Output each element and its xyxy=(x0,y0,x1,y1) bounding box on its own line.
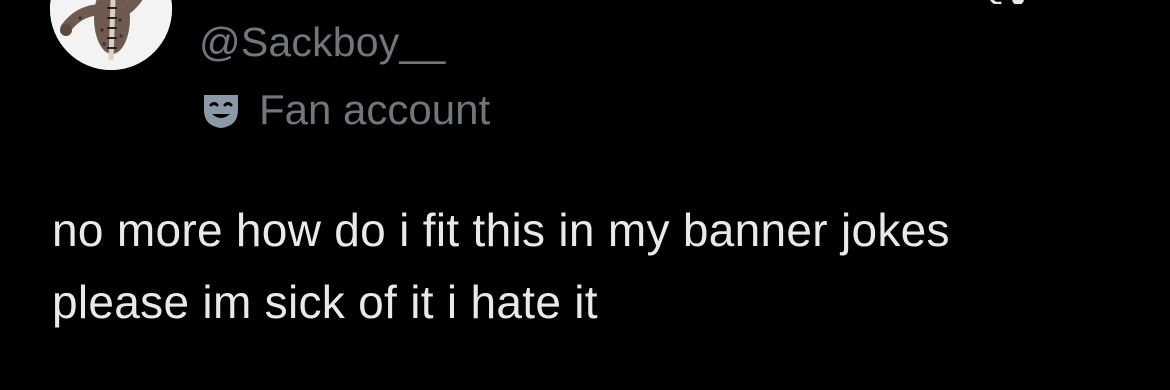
tweet-text-line: no more how do i fit this in my banner j… xyxy=(52,204,950,256)
theater-masks-icon xyxy=(201,90,241,130)
user-handle[interactable]: @Sackboy__ xyxy=(199,18,445,66)
more-menu-cutoff[interactable] xyxy=(988,0,1028,4)
account-label-text: Fan account xyxy=(259,86,491,133)
avatar[interactable] xyxy=(50,0,172,70)
sackboy-avatar-image xyxy=(50,0,172,70)
tweet-text-line: please im sick of it i hate it xyxy=(52,276,598,328)
account-label[interactable]: Fan account xyxy=(201,86,490,134)
tweet-text: no more how do i fit this in my banner j… xyxy=(52,194,1132,338)
more-icon xyxy=(990,0,1024,4)
